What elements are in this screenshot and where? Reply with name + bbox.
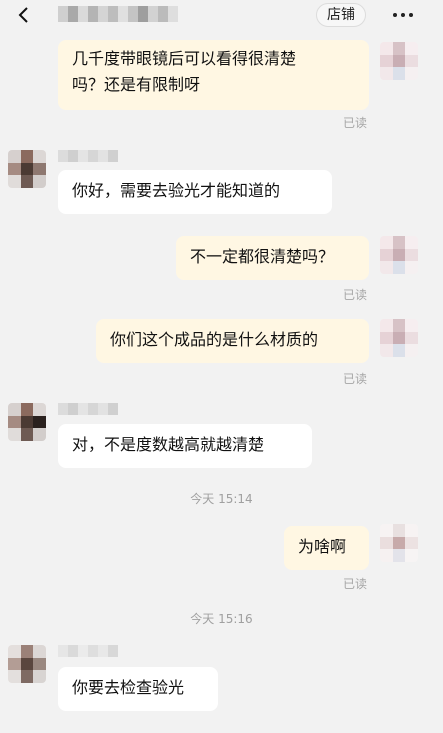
my-avatar[interactable] <box>380 524 418 562</box>
chat-header: 店铺 <box>0 0 443 32</box>
message-bubble-outgoing[interactable]: 不一定都很清楚吗？ <box>176 236 369 280</box>
message-bubble-outgoing[interactable]: 几千度带眼镜后可以看得很清楚 吗？还是有限制呀 <box>58 40 369 110</box>
read-status: 已读 <box>343 372 368 386</box>
message-text: 你好，需要去验光才能知道的 <box>72 181 281 200</box>
my-avatar[interactable] <box>380 236 418 274</box>
message-bubble-outgoing[interactable]: 为啥啊 <box>284 526 369 570</box>
shop-name-obscured <box>58 403 118 415</box>
shop-name-obscured <box>58 645 118 657</box>
message-text: 为啥啊 <box>298 537 347 556</box>
my-avatar[interactable] <box>380 42 418 80</box>
shop-avatar[interactable] <box>8 150 46 188</box>
shop-button[interactable]: 店铺 <box>316 3 366 27</box>
more-options-icon[interactable] <box>390 8 416 22</box>
shop-name-obscured <box>58 150 118 162</box>
message-text: 对，不是度数越高就越清楚 <box>72 435 265 454</box>
message-text: 不一定都很清楚吗？ <box>190 247 335 266</box>
message-bubble-incoming[interactable]: 对，不是度数越高就越清楚 <box>58 424 312 468</box>
message-text: 你们这个成品的是什么材质的 <box>110 330 319 349</box>
message-text-line: 几千度带眼镜后可以看得很清楚 <box>72 49 297 68</box>
my-avatar[interactable] <box>380 319 418 357</box>
shop-avatar[interactable] <box>8 645 46 683</box>
back-arrow-icon[interactable] <box>14 5 34 25</box>
timestamp: 今天 15:16 <box>190 612 253 626</box>
chat-title-obscured <box>58 6 178 22</box>
timestamp: 今天 15:14 <box>190 492 253 506</box>
message-text-line: 吗？还是有限制呀 <box>72 75 201 94</box>
message-bubble-incoming[interactable]: 你要去检查验光 <box>58 667 218 711</box>
read-status: 已读 <box>343 288 368 302</box>
shop-avatar[interactable] <box>8 403 46 441</box>
message-bubble-outgoing[interactable]: 你们这个成品的是什么材质的 <box>96 319 369 363</box>
message-bubble-incoming[interactable]: 你好，需要去验光才能知道的 <box>58 170 332 214</box>
read-status: 已读 <box>343 577 368 591</box>
read-status: 已读 <box>343 116 368 130</box>
message-text: 你要去检查验光 <box>72 678 185 697</box>
